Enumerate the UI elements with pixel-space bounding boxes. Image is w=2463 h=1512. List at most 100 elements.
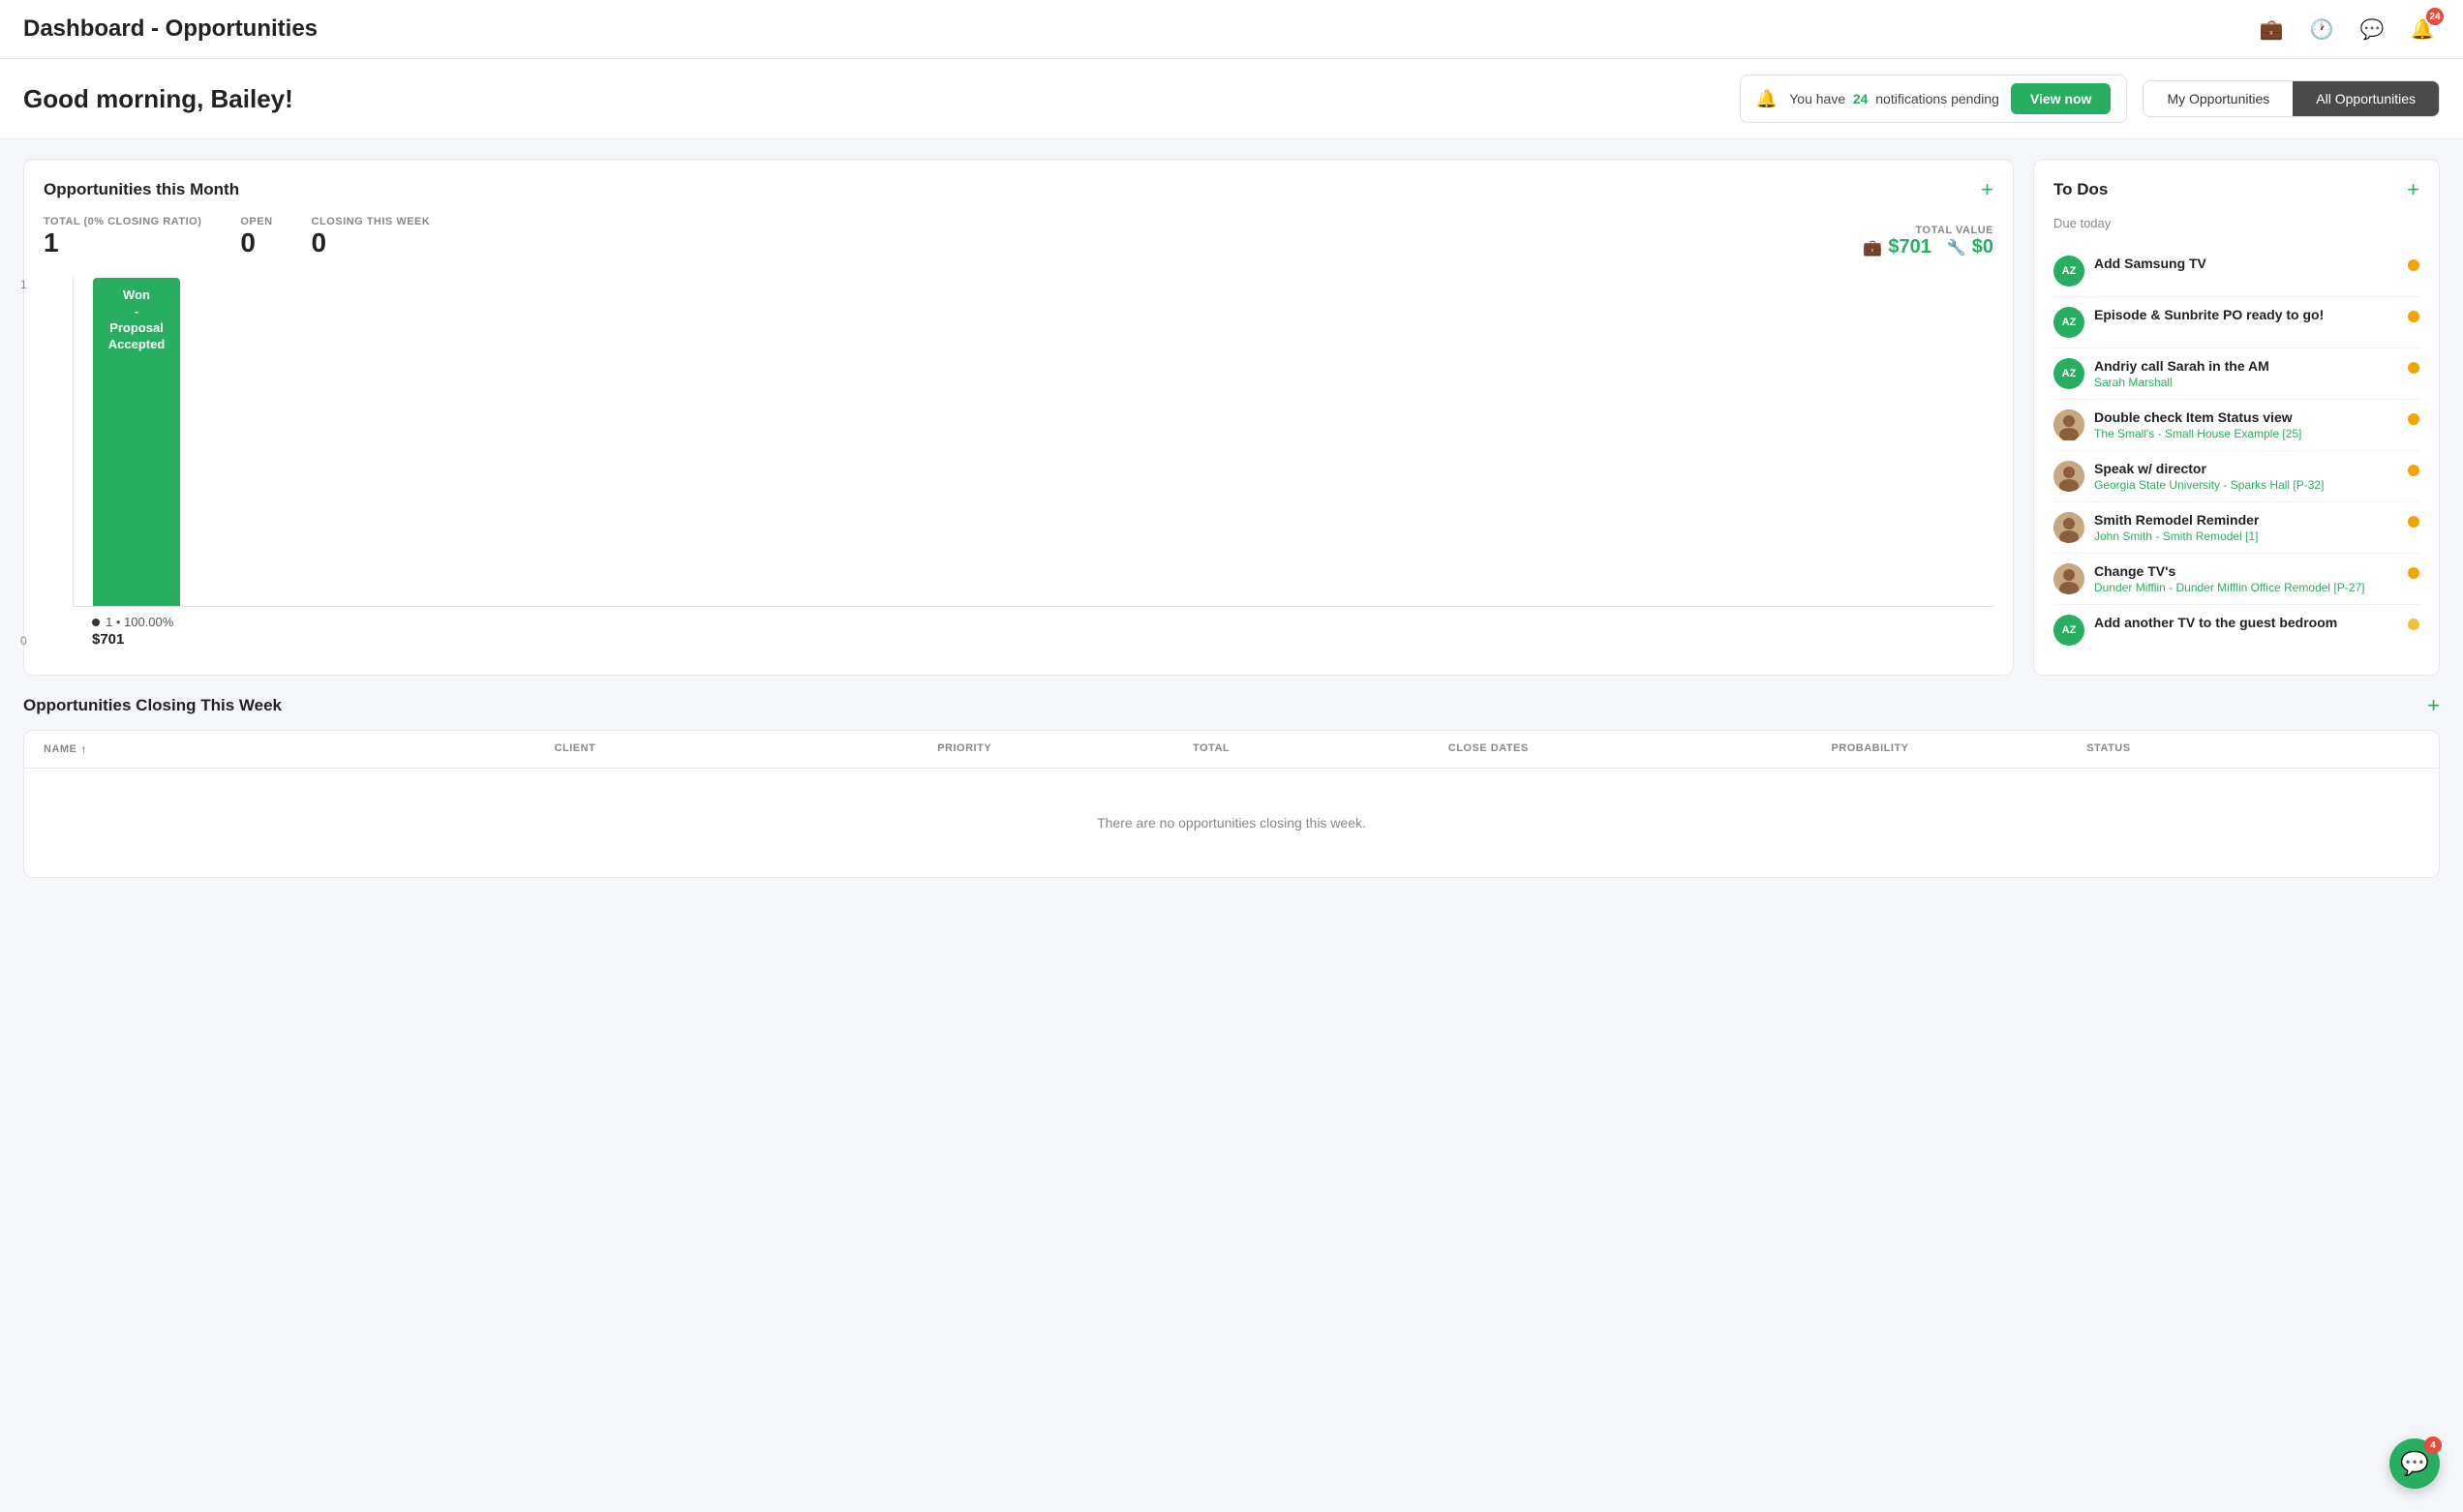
todo-subtitle: Due today — [2053, 216, 2419, 230]
avatar-img — [2053, 512, 2084, 543]
todo-content: Speak w/ director Georgia State Universi… — [2094, 461, 2398, 492]
todo-item[interactable]: Double check Item Status view The Small'… — [2053, 400, 2419, 451]
todo-content: Episode & Sunbrite PO ready to go! — [2094, 307, 2398, 322]
opportunities-card: Opportunities this Month + TOTAL (0% CLO… — [23, 159, 2014, 676]
todo-item-title: Add another TV to the guest bedroom — [2094, 615, 2398, 630]
closing-value: 0 — [312, 227, 431, 258]
todo-priority-dot — [2408, 259, 2419, 271]
closing-section-header: Opportunities Closing This Week + — [23, 695, 2440, 716]
todo-item[interactable]: AZ Andriy call Sarah in the AM Sarah Mar… — [2053, 348, 2419, 400]
avatar — [2053, 512, 2084, 543]
todo-item-sub: John Smith - Smith Remodel [1] — [2094, 529, 2398, 543]
opportunities-card-title: Opportunities this Month — [44, 180, 239, 199]
chart-below: 1 • 100.00% — [73, 615, 1993, 629]
chart-container: 1 0 Won-ProposalAccepted 1 • 100.00% $70… — [44, 278, 1993, 648]
todo-content: Add another TV to the guest bedroom — [2094, 615, 2398, 630]
chat-button[interactable]: 💬 4 — [2389, 1438, 2440, 1489]
chat-button-icon: 💬 — [2400, 1450, 2429, 1478]
todo-priority-dot — [2408, 567, 2419, 579]
opportunity-toggle: My Opportunities All Opportunities — [2143, 80, 2440, 117]
sort-arrow-icon[interactable]: ↑ — [80, 742, 87, 756]
th-status: STATUS — [2086, 742, 2342, 756]
chart-dot — [92, 619, 100, 626]
notif-count: 24 — [1853, 91, 1869, 106]
todo-item[interactable]: Speak w/ director Georgia State Universi… — [2053, 451, 2419, 502]
chat-bubble-icon: 💬 — [2360, 17, 2385, 42]
briefcase-icon-btn[interactable]: 💼 — [2254, 12, 2289, 46]
todo-content: Andriy call Sarah in the AM Sarah Marsha… — [2094, 358, 2398, 389]
th-probability: PROBABILITY — [1831, 742, 2086, 756]
stats-row: TOTAL (0% CLOSING RATIO) 1 OPEN 0 CLOSIN… — [44, 216, 1993, 258]
todo-item[interactable]: AZ Add another TV to the guest bedroom — [2053, 605, 2419, 655]
todo-item-sub: Dunder Mifflin - Dunder Mifflin Office R… — [2094, 581, 2398, 594]
todo-item[interactable]: Change TV's Dunder Mifflin - Dunder Miff… — [2053, 554, 2419, 605]
notification-bell-icon: 🔔 — [1756, 89, 1778, 109]
todo-item[interactable]: AZ Add Samsung TV — [2053, 246, 2419, 297]
open-label: OPEN — [240, 216, 272, 227]
todo-title: To Dos — [2053, 180, 2108, 199]
todo-content: Add Samsung TV — [2094, 256, 2398, 271]
add-closing-button[interactable]: + — [2427, 695, 2440, 716]
todo-item[interactable]: Smith Remodel Reminder John Smith - Smit… — [2053, 502, 2419, 554]
avatar — [2053, 563, 2084, 594]
todo-item-sub: Sarah Marshall — [2094, 376, 2398, 389]
th-total: TOTAL — [1193, 742, 1448, 756]
open-stat: OPEN 0 — [240, 216, 272, 258]
avatar-img — [2053, 461, 2084, 492]
clock-icon: 🕐 — [2310, 17, 2334, 42]
todo-item-title: Double check Item Status view — [2094, 409, 2398, 425]
notif-before: You have — [1789, 91, 1845, 106]
add-todo-button[interactable]: + — [2407, 179, 2419, 200]
todo-item-title: Smith Remodel Reminder — [2094, 512, 2398, 528]
notification-text: You have 24 notifications pending — [1789, 91, 1999, 106]
clock-icon-btn[interactable]: 🕐 — [2304, 12, 2339, 46]
avatar-img — [2053, 563, 2084, 594]
chart-value: $701 — [73, 631, 1993, 648]
notification-bar: 🔔 You have 24 notifications pending View… — [1740, 75, 2128, 123]
todo-item-title: Episode & Sunbrite PO ready to go! — [2094, 307, 2398, 322]
chat-icon-btn[interactable]: 💬 — [2355, 12, 2389, 46]
th-client: CLIENT — [555, 742, 938, 756]
bottom-section: Opportunities Closing This Week + NAME ↑… — [0, 695, 2463, 901]
avatar-img — [2053, 409, 2084, 440]
notification-badge: 24 — [2426, 8, 2444, 25]
my-opportunities-toggle[interactable]: My Opportunities — [2144, 81, 2293, 116]
all-opportunities-toggle[interactable]: All Opportunities — [2293, 81, 2439, 116]
total-value-stat: TOTAL VALUE 💼 $701 🔧 $0 — [1863, 225, 1993, 258]
chat-badge: 4 — [2424, 1436, 2442, 1454]
todo-content: Change TV's Dunder Mifflin - Dunder Miff… — [2094, 563, 2398, 594]
avatar — [2053, 409, 2084, 440]
bell-icon-btn[interactable]: 🔔 24 — [2405, 12, 2440, 46]
main-content: Opportunities this Month + TOTAL (0% CLO… — [0, 139, 2463, 695]
header: Dashboard - Opportunities 💼 🕐 💬 🔔 24 — [0, 0, 2463, 59]
chart-bar-won[interactable]: Won-ProposalAccepted — [93, 278, 180, 606]
todo-item-sub: The Small's - Small House Example [25] — [2094, 427, 2398, 440]
table-empty-message: There are no opportunities closing this … — [24, 769, 2439, 877]
avatar — [2053, 461, 2084, 492]
todo-item-sub: Georgia State University - Sparks Hall [… — [2094, 478, 2398, 492]
todo-item-title: Add Samsung TV — [2094, 256, 2398, 271]
avatar: AZ — [2053, 358, 2084, 389]
th-close-dates: CLOSE DATES — [1448, 742, 1832, 756]
todo-item-title: Speak w/ director — [2094, 461, 2398, 476]
todo-priority-dot — [2408, 413, 2419, 425]
avatar: AZ — [2053, 615, 2084, 646]
todo-list: AZ Add Samsung TV AZ Episode & Sunbrite … — [2053, 246, 2419, 655]
todo-priority-dot — [2408, 311, 2419, 322]
wrench-value: 🔧 $0 — [1947, 236, 1993, 258]
add-opportunity-button[interactable]: + — [1981, 179, 1993, 200]
todo-item-title: Change TV's — [2094, 563, 2398, 579]
th-priority: PRIORITY — [937, 742, 1193, 756]
briefcase-small-icon: 💼 — [1863, 238, 1882, 257]
closing-table-card: NAME ↑ CLIENT PRIORITY TOTAL CLOSE DATES… — [23, 730, 2440, 878]
header-icons: 💼 🕐 💬 🔔 24 — [2254, 12, 2440, 46]
todo-item-title: Andriy call Sarah in the AM — [2094, 358, 2398, 374]
avatar: AZ — [2053, 307, 2084, 338]
briefcase-value: 💼 $701 — [1863, 236, 1931, 258]
todo-priority-dot — [2408, 619, 2419, 630]
todo-item[interactable]: AZ Episode & Sunbrite PO ready to go! — [2053, 297, 2419, 348]
chart-bar-label: Won-ProposalAccepted — [108, 287, 166, 353]
total-value-row: 💼 $701 🔧 $0 — [1863, 236, 1993, 258]
view-now-button[interactable]: View now — [2011, 83, 2112, 114]
total-label: TOTAL (0% CLOSING RATIO) — [44, 216, 201, 227]
